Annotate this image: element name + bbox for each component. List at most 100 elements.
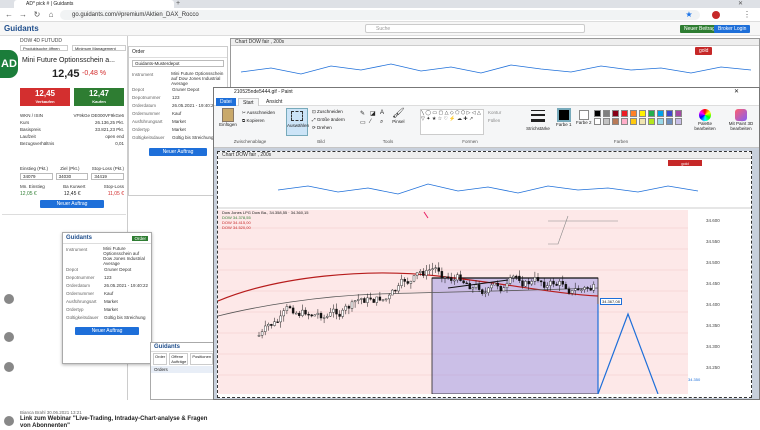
webinar-link[interactable]: Link zum Webinar "Live-Trading, Intraday… xyxy=(20,416,210,430)
text-icon[interactable]: A xyxy=(380,110,388,117)
color-swatch[interactable] xyxy=(594,110,601,117)
browser-tab[interactable]: AD* pick # | Guidants xyxy=(14,0,174,8)
url-bar[interactable]: go.guidants.com/#premium/Aktien_DAX_Rocc… xyxy=(60,10,700,20)
depot-tab[interactable]: Offene Aufträge xyxy=(169,353,189,365)
color-swatch[interactable] xyxy=(621,118,628,125)
paint-ribbon-tabs: Datei Start Ansicht xyxy=(214,97,759,106)
site-header: Guidants Suche Neuer Beitrag Broker Logi… xyxy=(0,22,760,36)
sell-button[interactable]: 12,45 Verkaufen xyxy=(20,88,70,106)
profile-avatar[interactable] xyxy=(712,11,720,19)
pencil-icon[interactable]: ✎ xyxy=(360,110,368,117)
tab-view[interactable]: Ansicht xyxy=(262,98,286,106)
popup-row: Ordertyp Market xyxy=(66,306,148,314)
color-picker-icon[interactable]: ⁄ xyxy=(370,119,378,126)
reload-icon[interactable]: ↻ xyxy=(32,10,42,20)
tab-file[interactable]: Datei xyxy=(216,98,236,106)
candle-body xyxy=(260,331,264,336)
color-swatch[interactable] xyxy=(675,118,682,125)
price-tick-label: 34.250 xyxy=(706,365,720,370)
price-tick-label: 34.550 xyxy=(706,239,720,244)
copy-button[interactable]: ⧉ Kopieren xyxy=(242,118,264,123)
popup-order-tab[interactable]: Order xyxy=(132,235,148,241)
select-button[interactable]: Auswählen xyxy=(286,108,309,136)
color-swatch[interactable] xyxy=(594,118,601,125)
tab-management[interactable]: Minimum Management xyxy=(72,45,126,51)
color-swatch[interactable] xyxy=(666,110,673,117)
color1-button[interactable]: Farbe 1 xyxy=(556,108,572,127)
guidants-logo[interactable]: Guidants xyxy=(4,24,39,33)
fill-button[interactable]: Füllen xyxy=(488,118,500,123)
color-swatch[interactable] xyxy=(621,110,628,117)
depot-tab[interactable]: Positionen xyxy=(190,353,214,365)
menu-icon[interactable]: ⋮ xyxy=(742,10,752,20)
palette-icon xyxy=(699,109,711,121)
color-swatch[interactable] xyxy=(648,118,655,125)
color-swatch[interactable] xyxy=(603,110,610,117)
broker-select[interactable]: Guidants-Musterdepot xyxy=(132,60,224,67)
color-swatch[interactable] xyxy=(639,118,646,125)
order-submit-button[interactable]: Neuer Auftrag xyxy=(149,148,207,156)
back-icon[interactable]: ← xyxy=(4,10,14,20)
resize-button[interactable]: ⤢ Größe ändern xyxy=(312,117,345,122)
candle-body xyxy=(387,294,391,300)
bookmark-star-icon[interactable]: ★ xyxy=(684,10,694,20)
color-swatch[interactable] xyxy=(657,110,664,117)
color-swatch[interactable] xyxy=(612,110,619,117)
stop-input[interactable]: 34419 xyxy=(91,173,125,180)
entry-input[interactable]: 34079 xyxy=(20,173,53,180)
candle-body xyxy=(335,308,338,315)
candle-body xyxy=(468,283,472,290)
edit-colors-button[interactable]: Palette bearbeiten xyxy=(690,109,720,131)
color-swatch[interactable] xyxy=(666,118,673,125)
color2-button[interactable]: Farbe 2 xyxy=(576,110,592,125)
tab-start[interactable]: Start xyxy=(238,98,259,106)
home-icon[interactable]: ⌂ xyxy=(46,10,56,20)
price-tick-label: 34.300 xyxy=(706,344,720,349)
color-swatch[interactable] xyxy=(612,118,619,125)
paint3d-button[interactable]: Mit Paint 3D bearbeiten xyxy=(724,109,758,131)
order-row-label: Orderdatum xyxy=(132,103,157,108)
size-button[interactable]: Strichstärke xyxy=(524,108,552,131)
buy-button[interactable]: 12,47 Kaufen xyxy=(74,88,124,106)
brush-icon: 🖌 xyxy=(392,108,405,119)
eraser-icon[interactable]: ▭ xyxy=(360,119,368,126)
color-swatch[interactable] xyxy=(603,118,610,125)
target-input[interactable]: 34030 xyxy=(55,173,89,180)
forward-icon[interactable]: → xyxy=(18,10,28,20)
new-tab-icon[interactable]: + xyxy=(176,0,180,8)
fill-bucket-icon[interactable]: ◪ xyxy=(370,110,378,117)
candle-body xyxy=(499,285,502,292)
crop-button[interactable]: ⊡ Zuschneiden xyxy=(312,109,343,115)
rotate-button[interactable]: ⟳ Drehen xyxy=(312,125,332,131)
popup-row-value: Kauf xyxy=(104,291,114,296)
post-author: Bianca Brahl 30.06.2021 13:21 xyxy=(20,410,82,415)
price-change: -0,48 % xyxy=(82,70,107,77)
avatar xyxy=(4,416,14,426)
broker-login-button[interactable]: Broker Login xyxy=(714,25,751,33)
group-label-image: Bild xyxy=(317,139,325,144)
popup-logo: Guidants xyxy=(66,235,93,241)
depot-tab[interactable]: Order xyxy=(153,353,168,365)
tab-product-search[interactable]: Produktsuche öffnen xyxy=(20,45,68,51)
candle-body xyxy=(515,275,518,278)
color-swatch[interactable] xyxy=(630,110,637,117)
color-swatch[interactable] xyxy=(657,118,664,125)
depot-orders-row[interactable]: Orders xyxy=(151,366,213,373)
shapes-gallery[interactable]: ╲ ◯ ▭ ▢ △ ◇ ⬠ ⬡ ▷ ◁ △ ▽ ✦ ★ ☆ ♡ ⚡ ☁ ✚ ↗ xyxy=(420,109,484,135)
paint-canvas-area[interactable]: Chart DOW fair , 200s gold Dow Jones LPG… xyxy=(214,148,759,399)
paste-button[interactable]: Einfügen xyxy=(218,108,238,127)
cut-button[interactable]: ✂ Ausschneiden xyxy=(242,110,275,116)
brushes-button[interactable]: 🖌 Pinsel xyxy=(392,108,405,124)
new-order-button-left[interactable]: Neuer Auftrag xyxy=(40,200,104,208)
color-swatch[interactable] xyxy=(630,118,637,125)
paint-close-icon[interactable]: ✕ xyxy=(734,88,739,97)
color-swatch[interactable] xyxy=(639,110,646,117)
pasted-chart-image[interactable]: Chart DOW fair , 200s gold Dow Jones LPG… xyxy=(217,151,752,398)
search-input[interactable]: Suche xyxy=(365,24,585,33)
window-close-icon[interactable]: ✕ xyxy=(738,0,743,8)
popup-new-order-button[interactable]: Neuer Auftrag xyxy=(75,327,139,335)
outline-button[interactable]: Kontur xyxy=(488,110,501,115)
color-swatch[interactable] xyxy=(648,110,655,117)
color-swatch[interactable] xyxy=(675,110,682,117)
magnifier-icon[interactable]: ⌕ xyxy=(380,119,388,126)
